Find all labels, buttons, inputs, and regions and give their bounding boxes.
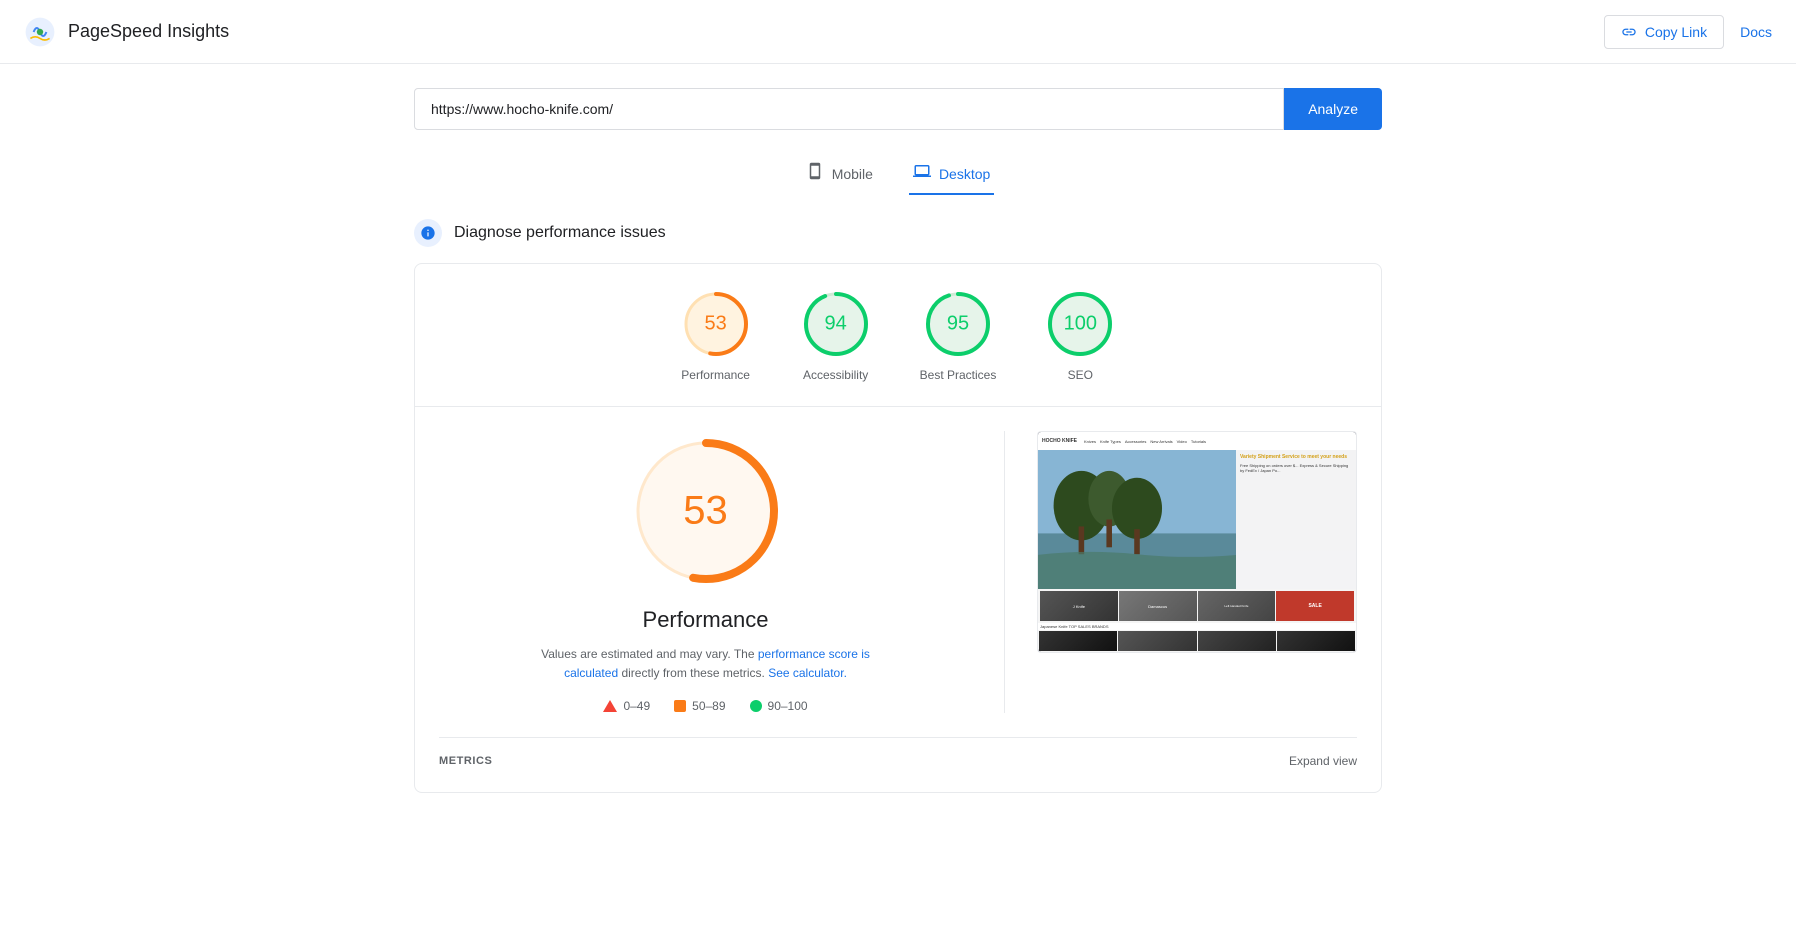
score-item-seo[interactable]: 100 SEO xyxy=(1044,288,1116,382)
ss-product-3: Left Handed Knife xyxy=(1198,591,1276,621)
header: PageSpeed Insights Copy Link Docs xyxy=(0,0,1796,64)
ss-nav-4: New Arrivals xyxy=(1150,439,1172,444)
ss-nav-1: Knives xyxy=(1084,439,1096,444)
performance-detail: 53 Performance Values are estimated and … xyxy=(439,431,1357,713)
score-item-performance[interactable]: 53 Performance xyxy=(680,288,752,382)
vertical-divider xyxy=(1004,431,1005,713)
mobile-icon xyxy=(806,162,824,185)
score-item-accessibility[interactable]: 94 Accessibility xyxy=(800,288,872,382)
performance-score: 53 xyxy=(705,313,727,336)
poor-icon xyxy=(603,700,617,712)
needs-improvement-icon xyxy=(674,700,686,712)
performance-title: Performance xyxy=(643,607,769,633)
copy-link-label: Copy Link xyxy=(1645,24,1707,40)
ss-navbar: HOCHO KNIFE Knives Knife Types Accessori… xyxy=(1038,432,1356,450)
ss-hero: Variety Shipment Service to meet your ne… xyxy=(1038,450,1356,589)
ss-nav-6: Tutorials xyxy=(1191,439,1206,444)
performance-right: HOCHO KNIFE Knives Knife Types Accessori… xyxy=(1037,431,1357,653)
scores-divider xyxy=(415,406,1381,407)
screenshot-mockup: HOCHO KNIFE Knives Knife Types Accessori… xyxy=(1038,432,1356,652)
scores-row: 53 Performance 94 Accessibility xyxy=(439,288,1357,382)
ss-nav-items: Knives Knife Types Accessories New Arriv… xyxy=(1084,439,1206,444)
metrics-footer: METRICS Expand view xyxy=(439,737,1357,768)
ss-hero-text: Variety Shipment Service to meet your ne… xyxy=(1236,450,1356,589)
ss-product-2-label: Damascus xyxy=(1148,604,1167,609)
best-practices-circle: 95 xyxy=(922,288,994,360)
ss-nav-3: Accessories xyxy=(1125,439,1147,444)
tab-mobile-label: Mobile xyxy=(832,166,873,182)
ss-bottom-products xyxy=(1038,630,1356,652)
ss-variety-title: Variety Shipment Service to meet your ne… xyxy=(1240,454,1352,461)
header-left: PageSpeed Insights xyxy=(24,16,229,48)
accessibility-label: Accessibility xyxy=(803,368,868,382)
ss-hero-image xyxy=(1038,450,1236,589)
ss-product-3-label: Left Handed Knife xyxy=(1224,604,1248,608)
ss-free-shipping: Free Shipping on orders over $... Expres… xyxy=(1240,463,1352,473)
main-content: Analyze Mobile Desktop Diagnose performa… xyxy=(398,64,1398,817)
copy-link-button[interactable]: Copy Link xyxy=(1604,15,1724,49)
seo-score: 100 xyxy=(1064,313,1097,336)
ss-hero-art xyxy=(1038,450,1236,589)
tab-desktop[interactable]: Desktop xyxy=(909,154,994,195)
legend: 0–49 50–89 90–100 xyxy=(603,699,807,713)
legend-needs-improvement-label: 50–89 xyxy=(692,699,725,713)
ss-bottom-3 xyxy=(1198,631,1276,651)
ss-product-2: Damascus xyxy=(1119,591,1197,621)
url-section: Analyze xyxy=(414,88,1382,130)
diagnose-icon xyxy=(420,225,436,241)
best-practices-label: Best Practices xyxy=(920,368,997,382)
diagnose-icon-wrapper xyxy=(414,219,442,247)
ss-product-4-sale: SALE xyxy=(1276,591,1354,621)
psi-logo-icon xyxy=(24,16,56,48)
seo-circle: 100 xyxy=(1044,288,1116,360)
expand-view-button[interactable]: Expand view xyxy=(1289,754,1357,768)
performance-description: Values are estimated and may vary. The p… xyxy=(536,645,876,683)
results-card: 53 Performance 94 Accessibility xyxy=(414,263,1382,793)
seo-label: SEO xyxy=(1068,368,1093,382)
ss-brands-label: Japanese Knife TOP SALES BRANDS xyxy=(1040,624,1108,629)
accessibility-score: 94 xyxy=(825,313,847,336)
performance-left: 53 Performance Values are estimated and … xyxy=(439,431,972,713)
best-practices-score: 95 xyxy=(947,313,969,336)
ss-product-1-label: J Knife xyxy=(1072,603,1086,610)
docs-button[interactable]: Docs xyxy=(1740,24,1772,40)
ss-logo: HOCHO KNIFE xyxy=(1042,438,1077,444)
legend-poor: 0–49 xyxy=(603,699,650,713)
performance-circle: 53 xyxy=(680,288,752,360)
ss-sale-label: SALE xyxy=(1308,603,1321,609)
ss-product-1: J Knife xyxy=(1040,591,1118,621)
metrics-label: METRICS xyxy=(439,755,492,767)
legend-needs-improvement: 50–89 xyxy=(674,699,725,713)
legend-good: 90–100 xyxy=(750,699,808,713)
performance-label: Performance xyxy=(681,368,750,382)
ss-bottom-4 xyxy=(1277,631,1355,651)
tab-desktop-label: Desktop xyxy=(939,166,990,182)
analyze-button[interactable]: Analyze xyxy=(1284,88,1382,130)
ss-brands: Japanese Knife TOP SALES BRANDS xyxy=(1038,623,1356,630)
app-title: PageSpeed Insights xyxy=(68,21,229,42)
url-input[interactable] xyxy=(414,88,1284,130)
large-performance-score: 53 xyxy=(683,489,728,534)
good-icon xyxy=(750,700,762,712)
large-performance-circle: 53 xyxy=(626,431,786,591)
site-screenshot: HOCHO KNIFE Knives Knife Types Accessori… xyxy=(1037,431,1357,653)
ss-bottom-1 xyxy=(1039,631,1117,651)
diagnose-section: Diagnose performance issues xyxy=(414,219,1382,247)
ss-products: J Knife Damascus Left Handed Knife SALE xyxy=(1038,589,1356,623)
ss-nav-5: Video xyxy=(1177,439,1187,444)
score-item-best-practices[interactable]: 95 Best Practices xyxy=(920,288,997,382)
legend-good-label: 90–100 xyxy=(768,699,808,713)
tabs-container: Mobile Desktop xyxy=(414,154,1382,195)
ss-bottom-2 xyxy=(1118,631,1196,651)
diagnose-title: Diagnose performance issues xyxy=(454,224,666,242)
screenshot-inner: HOCHO KNIFE Knives Knife Types Accessori… xyxy=(1038,432,1356,652)
see-calculator-link[interactable]: See calculator. xyxy=(768,666,847,680)
accessibility-circle: 94 xyxy=(800,288,872,360)
link-icon xyxy=(1621,24,1637,40)
ss-nav-2: Knife Types xyxy=(1100,439,1121,444)
header-right: Copy Link Docs xyxy=(1604,15,1772,49)
tab-mobile[interactable]: Mobile xyxy=(802,154,877,195)
legend-poor-label: 0–49 xyxy=(623,699,650,713)
desktop-icon xyxy=(913,162,931,185)
